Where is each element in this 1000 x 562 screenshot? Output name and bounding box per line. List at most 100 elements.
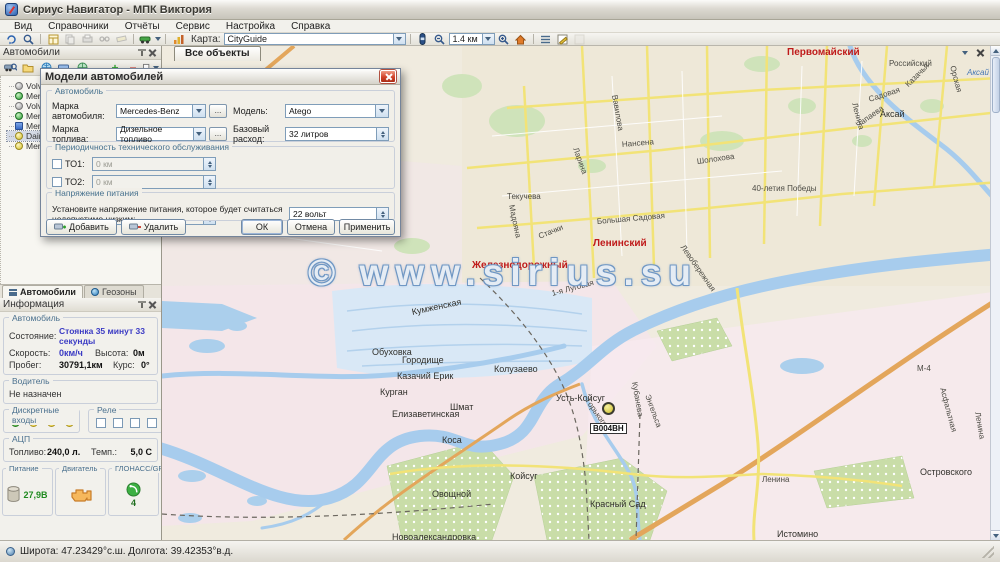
app-window: { "window": {"title": "Сириус Навигатор … xyxy=(0,0,1000,562)
report-icon[interactable] xyxy=(45,33,61,45)
cancel-button-label: Отмена xyxy=(295,222,327,232)
menu-item[interactable]: Отчёты xyxy=(117,21,168,32)
ruler-icon[interactable] xyxy=(113,33,129,45)
spinner-arrows-icon[interactable] xyxy=(376,128,388,140)
vehicle-filter-dropdown-icon[interactable] xyxy=(155,37,161,41)
close-icon[interactable] xyxy=(147,299,158,310)
brand-browse-button[interactable]: ... xyxy=(209,104,227,118)
map-combo-label: Карта: xyxy=(191,34,221,45)
chart-icon[interactable] xyxy=(170,33,186,45)
relay-checkbox[interactable] xyxy=(96,418,106,428)
chevron-down-icon[interactable] xyxy=(393,34,405,44)
scrollbar-thumb[interactable] xyxy=(992,57,1000,113)
refresh-icon[interactable] xyxy=(3,33,19,45)
group-title: Водитель xyxy=(9,376,53,386)
map-vertical-scrollbar[interactable] xyxy=(990,46,1000,540)
add-button[interactable]: Добавить xyxy=(46,219,117,235)
edit-map-icon[interactable] xyxy=(555,33,571,45)
map-select[interactable]: CityGuide xyxy=(224,33,406,45)
fuel-type-select[interactable]: Дизельное топливо xyxy=(116,127,206,141)
tab-list-dropdown-icon[interactable] xyxy=(962,51,968,55)
link-icon[interactable] xyxy=(96,33,112,45)
print-icon[interactable] xyxy=(79,33,95,45)
to2-field[interactable]: 0 км xyxy=(92,175,216,189)
speed-label: Скорость: xyxy=(9,348,59,358)
map-label: Ленина xyxy=(762,476,789,484)
tab-geozones[interactable]: Геозоны xyxy=(84,285,144,298)
to1-field[interactable]: 0 км xyxy=(92,157,216,171)
vehicle-status-icon xyxy=(15,102,23,110)
toolbar-separator xyxy=(40,34,41,44)
zoom-out-icon[interactable] xyxy=(432,33,448,45)
close-icon[interactable] xyxy=(147,47,158,58)
toolbar-separator xyxy=(133,34,134,44)
fuel-browse-button[interactable]: ... xyxy=(209,127,227,141)
resize-grip[interactable] xyxy=(982,546,994,558)
info-panel-header: Информация xyxy=(0,298,161,312)
relay-checkbox[interactable] xyxy=(130,418,140,428)
ok-button[interactable]: ОК xyxy=(241,219,283,235)
apply-button[interactable]: Применить xyxy=(339,219,395,235)
height-label: Высота: xyxy=(95,348,133,358)
voltage-group: Напряжение питания Установите напряжение… xyxy=(46,192,395,221)
vehicle-filter-icon[interactable] xyxy=(138,33,154,45)
delete-button[interactable]: Удалить xyxy=(121,219,186,235)
discrete-inputs-group: Дискретные входы xyxy=(3,409,80,433)
model-select[interactable]: Atego xyxy=(285,104,389,118)
menu-item[interactable]: Сервис xyxy=(168,21,218,32)
toolbar-separator xyxy=(165,34,166,44)
to2-label: ТО2: xyxy=(65,177,89,187)
folder-icon[interactable] xyxy=(20,62,36,74)
tab-all-objects[interactable]: Все объекты xyxy=(174,46,261,61)
vehicle-status-icon xyxy=(15,142,23,150)
chevron-down-icon[interactable] xyxy=(192,105,205,117)
menu-bar: ВидСправочникиОтчётыСервисНастройкаСправ… xyxy=(0,20,1000,33)
vehicle-status-icon xyxy=(15,82,23,90)
relay-checkbox[interactable] xyxy=(147,418,157,428)
zoom-in-icon[interactable] xyxy=(496,33,512,45)
zoom-window-icon[interactable] xyxy=(20,33,36,45)
vehicle-marker[interactable]: В004ВН xyxy=(602,402,615,415)
menu-item[interactable]: Вид xyxy=(6,21,40,32)
map-label: Текучева xyxy=(507,193,541,201)
tab-close-icon[interactable] xyxy=(975,47,986,58)
chevron-down-icon[interactable] xyxy=(375,105,388,117)
scroll-down-icon[interactable] xyxy=(991,530,1000,540)
window-title: Сириус Навигатор - МПК Виктория xyxy=(23,4,212,16)
map-label: Красный Сад xyxy=(590,500,646,509)
scroll-up-icon[interactable] xyxy=(991,46,1000,56)
legend-icon[interactable] xyxy=(538,33,554,45)
title-bar[interactable]: Сириус Навигатор - МПК Виктория xyxy=(0,0,1000,20)
state-value: Стоянка 35 минут 33 секунды xyxy=(59,326,152,346)
tab-vehicles[interactable]: Автомобили xyxy=(2,285,83,298)
brand-select[interactable]: Mercedes-Benz xyxy=(116,104,206,118)
tracker-icon[interactable] xyxy=(415,33,431,45)
cancel-button[interactable]: Отмена xyxy=(287,219,335,235)
chevron-down-icon[interactable] xyxy=(193,128,205,140)
scale-select[interactable]: 1.4 км xyxy=(449,33,495,45)
menu-item[interactable]: Справка xyxy=(283,21,338,32)
to1-checkbox[interactable] xyxy=(52,159,62,169)
pin-icon[interactable] xyxy=(136,299,147,310)
pin-icon[interactable] xyxy=(136,47,147,58)
driver-value: Не назначен xyxy=(9,389,61,399)
menu-item[interactable]: Справочники xyxy=(40,21,117,32)
map-label: Колузаево xyxy=(494,365,538,374)
chevron-down-icon[interactable] xyxy=(482,34,494,44)
map-label: Островского xyxy=(920,468,972,477)
relay-checkbox[interactable] xyxy=(113,418,123,428)
engine-group: Двигатель xyxy=(55,468,106,516)
map-select-value: CityGuide xyxy=(228,34,268,44)
vehicle-status-icon xyxy=(15,122,23,130)
to1-label: ТО1: xyxy=(65,159,89,169)
copy-icon[interactable] xyxy=(62,33,78,45)
to2-checkbox[interactable] xyxy=(52,177,62,187)
consumption-spinner[interactable]: 32 литров xyxy=(285,127,389,141)
center-map-icon[interactable] xyxy=(513,33,529,45)
map-label: Новоалександровка xyxy=(392,533,476,540)
mileage-label: Пробег: xyxy=(9,360,59,370)
menu-item[interactable]: Настройка xyxy=(218,21,283,32)
vehicle-search-icon[interactable] xyxy=(2,62,18,74)
dialog-close-icon[interactable] xyxy=(380,70,396,83)
dialog-title-bar[interactable]: Модели автомобилей xyxy=(41,69,400,85)
